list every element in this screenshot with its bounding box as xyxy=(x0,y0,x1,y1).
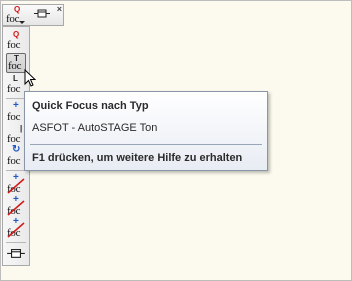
pin-icon xyxy=(7,249,25,258)
foc-label: foc xyxy=(6,13,20,25)
strike-icon xyxy=(7,222,25,238)
quick-focus-top-button[interactable]: Q foc xyxy=(5,5,25,25)
focus-cross-button[interactable]: + foc xyxy=(6,100,26,123)
tooltip-description: ASFOT - AutoSTAGE Ton xyxy=(32,122,158,134)
foc-label: foc xyxy=(8,60,22,72)
focus-off-button-2[interactable]: + foc xyxy=(6,195,26,217)
tooltip-help-text: F1 drücken, um weitere Hilfe zu erhalten xyxy=(32,152,243,164)
focus-off-button-3[interactable]: + foc xyxy=(6,217,26,239)
tooltip-divider xyxy=(30,144,262,145)
tooltip-title: Quick Focus nach Typ xyxy=(32,100,149,112)
rotate-icon: ↻ xyxy=(12,144,21,155)
top-toolbar: Q foc × xyxy=(2,4,64,26)
dropdown-arrow-icon xyxy=(19,21,25,24)
pin-top-button[interactable] xyxy=(33,7,53,27)
focus-q-button[interactable]: Q foc xyxy=(6,31,26,51)
focus-rotate-button[interactable]: ↻ foc xyxy=(6,144,26,167)
focus-l-button[interactable]: L foc xyxy=(6,75,26,95)
foc-label: foc xyxy=(7,155,21,167)
pin-button[interactable] xyxy=(6,246,26,266)
toolbar-separator xyxy=(6,98,26,99)
foc-label: foc xyxy=(7,133,21,145)
strike-icon xyxy=(7,200,25,216)
toolbar-separator xyxy=(6,242,26,243)
focus-l-icon: L xyxy=(13,74,18,83)
strike-icon xyxy=(7,178,25,194)
close-icon[interactable]: × xyxy=(57,5,62,14)
focus-q-icon: Q xyxy=(13,30,20,39)
foc-label: foc xyxy=(7,83,21,95)
toolbar-separator xyxy=(6,170,26,171)
pin-icon xyxy=(34,9,50,18)
foc-label: foc xyxy=(7,111,21,123)
foc-label: foc xyxy=(7,39,21,51)
quick-focus-type-button[interactable]: T foc xyxy=(6,53,26,73)
crosshair-icon: + xyxy=(13,100,19,111)
tooltip: Quick Focus nach Typ ASFOT - AutoSTAGE T… xyxy=(24,91,268,171)
vertical-bar-icon: | xyxy=(20,124,23,133)
focus-off-button-1[interactable]: + foc xyxy=(6,173,26,195)
mouse-cursor-icon xyxy=(24,69,36,87)
focus-bar-button[interactable]: | foc xyxy=(6,125,26,145)
